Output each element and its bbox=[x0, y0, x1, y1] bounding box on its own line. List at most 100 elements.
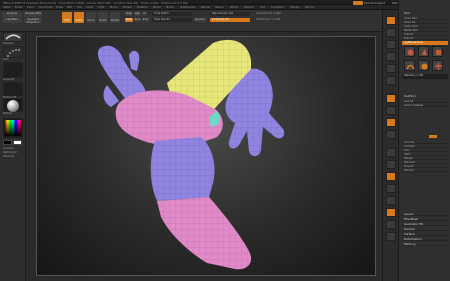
tool-thumb-6[interactable] bbox=[432, 60, 443, 71]
xpose-button[interactable] bbox=[386, 232, 396, 241]
spotlight-button[interactable]: Spotlight Projection bbox=[24, 18, 42, 24]
mrgb-button[interactable]: Mrgb bbox=[125, 12, 133, 16]
menu-tool[interactable]: Tool bbox=[260, 6, 265, 9]
section-fibermesh[interactable]: FiberMesh bbox=[402, 217, 448, 221]
texture-slot[interactable] bbox=[3, 82, 23, 96]
tool-thumb-5[interactable] bbox=[418, 60, 429, 71]
move-view-button[interactable] bbox=[386, 160, 396, 169]
menu-movie[interactable]: Movie bbox=[153, 6, 161, 9]
color-wheel-icon[interactable] bbox=[5, 120, 21, 136]
menu-document[interactable]: Document bbox=[39, 6, 52, 9]
subtool-auto-collapse[interactable]: Auto Collapse bbox=[402, 103, 448, 107]
edit-button[interactable]: Edit bbox=[62, 12, 72, 23]
section-masking[interactable]: Masking bbox=[402, 242, 448, 246]
focal-shift-slider[interactable]: Focal Shift 0 bbox=[152, 12, 192, 16]
color-picker[interactable] bbox=[3, 118, 23, 138]
brush-slot[interactable] bbox=[3, 32, 23, 42]
actual-button[interactable] bbox=[386, 64, 396, 73]
rgb-button[interactable]: Rgb bbox=[134, 12, 141, 16]
zadd-button[interactable]: Zadd bbox=[125, 18, 133, 22]
persp-button[interactable] bbox=[386, 94, 396, 103]
menu-stencil[interactable]: Stencil bbox=[215, 6, 224, 9]
material-slot[interactable] bbox=[3, 98, 23, 112]
scale-button[interactable]: Scale bbox=[98, 12, 108, 23]
menu-picker[interactable]: Picker bbox=[166, 6, 174, 9]
rotate-button[interactable]: Rotate bbox=[110, 12, 120, 23]
menu-preferences[interactable]: Preferences bbox=[180, 6, 195, 9]
secondary-color-swatch[interactable] bbox=[13, 140, 22, 145]
main-color-swatch[interactable] bbox=[3, 140, 12, 145]
polyf-button[interactable] bbox=[386, 196, 396, 205]
section-deformation[interactable]: Deformation bbox=[402, 237, 448, 241]
zsub-button[interactable]: Zsub bbox=[134, 18, 141, 22]
stroke-slot[interactable] bbox=[3, 46, 23, 58]
subtool-active-indicator[interactable] bbox=[429, 135, 437, 138]
menu-file[interactable]: File bbox=[77, 6, 81, 9]
scale-view-button[interactable] bbox=[386, 172, 396, 181]
menu-brush[interactable]: Brush bbox=[15, 6, 23, 9]
frame-button[interactable] bbox=[386, 148, 396, 157]
menu-light[interactable]: Light bbox=[98, 6, 104, 9]
section-preview[interactable]: Preview bbox=[402, 227, 448, 231]
switch-color-label[interactable]: SwitchColor bbox=[3, 151, 17, 154]
aahalf-button[interactable] bbox=[386, 76, 396, 85]
bpr-button[interactable] bbox=[386, 16, 396, 25]
lsym-button[interactable] bbox=[386, 130, 396, 139]
subtool-header[interactable]: SubTool bbox=[404, 94, 416, 98]
draw-button[interactable]: Draw bbox=[74, 12, 84, 23]
lightbox-tools-button[interactable]: Lightbox▸Tools bbox=[402, 41, 448, 45]
menu-stroke[interactable]: Stroke bbox=[230, 6, 238, 9]
menu-alpha[interactable]: Alpha bbox=[3, 6, 10, 9]
gradient-label[interactable]: Gradient bbox=[3, 147, 13, 150]
menu-marker[interactable]: Marker bbox=[123, 6, 132, 9]
tool-thumb-1[interactable] bbox=[404, 46, 415, 57]
app-title: ZBrush 4R8 P2 [Sample Document] · Free M… bbox=[3, 0, 188, 5]
projects-button[interactable]: Projects bbox=[2, 12, 22, 17]
menu-zscript[interactable]: Zscript bbox=[305, 6, 314, 9]
subtool-extract[interactable]: Extract bbox=[402, 168, 448, 172]
m-button[interactable]: M bbox=[142, 12, 147, 16]
alternate-label[interactable]: Alternate bbox=[3, 155, 14, 158]
menu-edit[interactable]: Edit bbox=[67, 6, 72, 9]
pink-lower-mesh[interactable] bbox=[157, 197, 252, 270]
menu-draw[interactable]: Draw bbox=[56, 6, 63, 9]
section-layers[interactable]: Layers bbox=[402, 212, 448, 216]
tool-thumb-3[interactable] bbox=[432, 46, 443, 57]
menu-zplugin[interactable]: Zplugin bbox=[290, 6, 300, 9]
tool-thumb-4[interactable] bbox=[404, 60, 415, 71]
tool-thumb-2[interactable] bbox=[418, 46, 429, 57]
section-geometry-hd[interactable]: Geometry HD bbox=[402, 222, 448, 226]
menu-macro[interactable]: Macro bbox=[110, 6, 118, 9]
canvas-viewport[interactable] bbox=[36, 36, 376, 276]
local-button[interactable] bbox=[386, 118, 396, 127]
menu-color[interactable]: Color bbox=[27, 6, 34, 9]
zcut-button[interactable]: Zcut bbox=[142, 18, 149, 22]
rgb-intensity-slider[interactable]: Rgb Intensity 100 bbox=[210, 12, 250, 16]
seethrough-slider[interactable]: See-through 0 bbox=[364, 1, 385, 5]
spix-button[interactable] bbox=[386, 28, 396, 37]
section-surface[interactable]: Surface bbox=[402, 232, 448, 236]
floor-button[interactable] bbox=[386, 106, 396, 115]
total-points-readout: TotalPoints: 5.4 Mil bbox=[256, 18, 281, 21]
export-button[interactable]: Export bbox=[402, 36, 448, 40]
lightbox-button[interactable]: LightBox bbox=[2, 18, 22, 23]
quicksave-button[interactable] bbox=[353, 0, 363, 5]
menu-material[interactable]: Material bbox=[137, 6, 148, 9]
alpha-slot[interactable] bbox=[3, 62, 23, 78]
draw-size-slider[interactable]: Draw Size 64 bbox=[152, 18, 192, 22]
menu-layer[interactable]: Layer bbox=[86, 6, 93, 9]
purple-lower-mesh[interactable] bbox=[150, 137, 215, 201]
dynamic-button[interactable]: Dynamic bbox=[194, 18, 206, 22]
z-intensity-slider[interactable]: Z Intensity 25 bbox=[210, 18, 250, 22]
menu-transform[interactable]: Transform bbox=[271, 6, 284, 9]
transp-button[interactable] bbox=[386, 208, 396, 217]
scroll-button[interactable] bbox=[386, 40, 396, 49]
menu-render[interactable]: Render bbox=[201, 6, 210, 9]
sculpt-model[interactable] bbox=[37, 37, 376, 276]
move-button[interactable]: Move bbox=[86, 12, 96, 23]
rotate-view-button[interactable] bbox=[386, 184, 396, 193]
zoom-button[interactable] bbox=[386, 52, 396, 61]
preview-bpr-button[interactable]: Preview BPR bbox=[24, 12, 42, 17]
menu-texture[interactable]: Texture bbox=[244, 6, 254, 9]
solo-button[interactable] bbox=[386, 220, 396, 229]
